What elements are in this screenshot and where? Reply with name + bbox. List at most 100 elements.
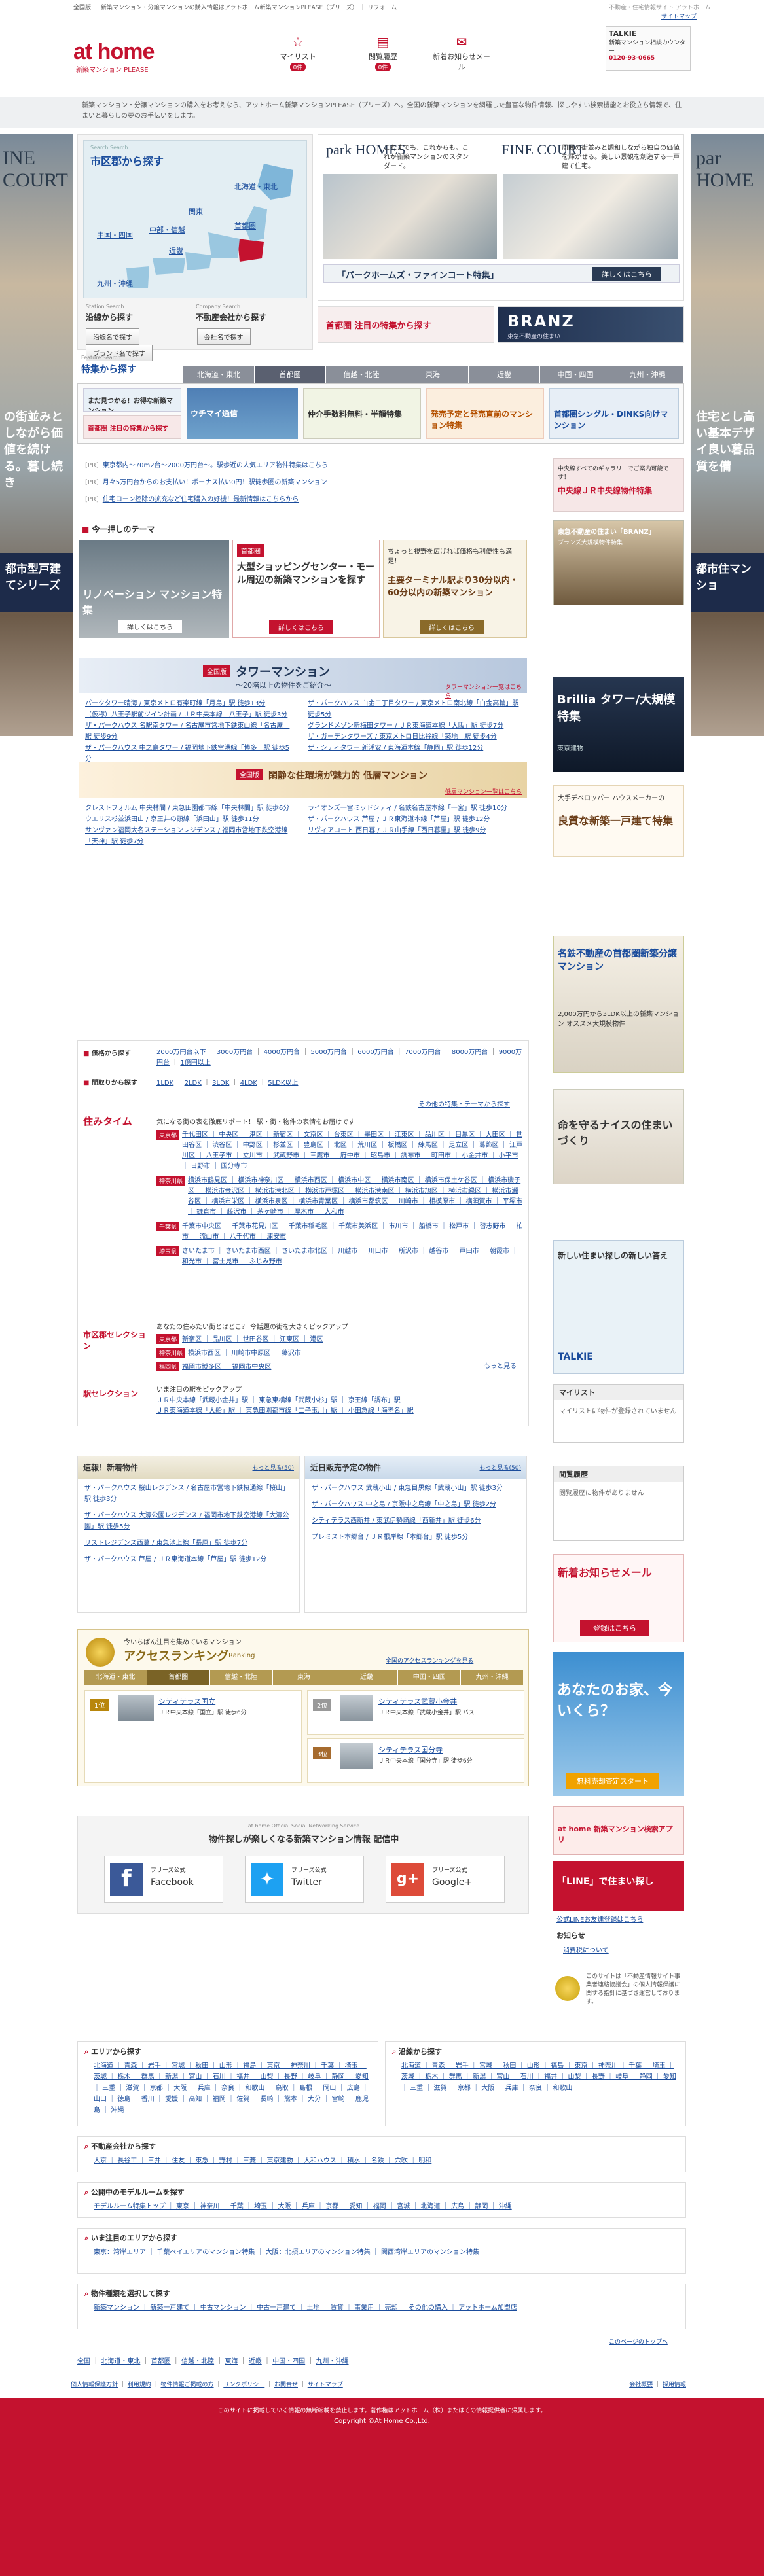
ranking-tab[interactable]: 近畿 [335,1670,399,1685]
eki-link-row[interactable]: ＪＲ中央本線「武蔵小金井」駅 ｜ 東急東横線「武蔵小杉」駅 ｜ 京王線「調布」駅 [156,1396,523,1406]
news-item[interactable]: [PR] 月々5万円台からのお支払い！ボーナス払い0円！駅徒歩圏の新築マンション [85,476,327,486]
tower-item[interactable]: ザ・パークハウス 名駅南タワー / 名古屋市営地下鉄東山線「名古屋」駅 徒歩9分 [85,720,295,743]
tower-banner[interactable]: 全国版 タワーマンション 〜20階以上の物件をご紹介〜 タワーマンション一覧はこ… [79,658,527,699]
facebook-button[interactable]: f ブリーズ公式 Facebook [104,1856,223,1903]
region-footer-link[interactable]: 首都圏 [151,2358,171,2365]
header-top-links[interactable]: 全国版 ｜ 新築マンション・分譲マンションの購入情報はアットホーム新築マンション… [73,3,397,11]
feature-banner-4[interactable]: 仲介手数料無料・半額特集 [303,388,421,439]
footer-area-links[interactable]: 北海道 ｜ 青森 ｜ 岩手 ｜ 宮城 ｜ 秋田 ｜ 山形 ｜ 福島 ｜ 東京 ｜… [78,2060,378,2120]
ranking-tab[interactable]: 北海道・東北 [84,1670,147,1685]
page-top-link[interactable]: このページのトップへ [609,2337,668,2346]
tower-item[interactable]: グランドメゾン新梅田タワー / ＪＲ東海道本線「大阪」駅 徒歩7分 [308,720,524,732]
upcoming-item[interactable]: シティテラス西新井 / 東武伊勢崎線「西新井」駅 徒歩6分 [312,1515,520,1526]
right-ad-branz[interactable]: 東急不動産の住まい「BRANZ」 ブランズ大規模物件特集 [553,520,684,605]
region-footer-link[interactable]: 九州・沖縄 [316,2358,349,2365]
region-tab-shinetsu[interactable]: 信越・北陸 [326,366,397,383]
region-tab-hokkaido[interactable]: 北海道・東北 [183,366,255,383]
tower-item[interactable]: ザ・パークハウス 白金二丁目タワー / 東京メトロ南北線「白金高輪」駅 徒歩5分 [308,698,524,720]
price-link[interactable]: 8000万円台 [452,1049,488,1056]
right-side-banner[interactable]: par HOME 住宅とし高い基本デザイ良い暮品質を備 都市住マンショ [691,134,764,736]
feature-banner-6[interactable]: 首都圏シングル・DINKS向けマンション [549,388,679,439]
history-button[interactable]: ▤ 閲覧履歴 0件 [360,34,406,71]
ranking-third[interactable]: 3位 シティテラス国分寺 ＪＲ中央本線「国分寺」駅 徒歩6分 [307,1738,524,1783]
feature-banner-2[interactable]: 首都圏 注目の特集から探す [83,415,181,439]
feature-banner-5[interactable]: 発売予定と発売直前のマンション特集 [426,388,544,439]
price-link[interactable]: 2000万円台以下 [156,1049,206,1056]
sumi-time-links[interactable]: 千葉市中央区 ｜ 千葉市花見川区 ｜ 千葉市稲毛区 ｜ 千葉市美浜区 ｜ 市川市… [182,1222,523,1243]
sumi-time-links[interactable]: 横浜市鶴見区 ｜ 横浜市神奈川区 ｜ 横浜市西区 ｜ 横浜市中区 ｜ 横浜市南区… [188,1176,523,1218]
right-ad-meitetsu[interactable]: 名鉄不動産の首都圏新築分譲マンション 2,000万円から3LDK以上の新築マンシ… [553,936,684,1073]
bottom-link[interactable]: サイトマップ [308,2382,343,2388]
bottom-link[interactable]: 個人情報保護方針 [71,2382,118,2388]
region-kinki[interactable]: 近畿 [169,245,183,256]
shikugun-links[interactable]: 福岡市博多区 ｜ 福岡市中央区 [182,1364,271,1371]
region-tab-tokai[interactable]: 東海 [397,366,469,383]
park-fine-detail-button[interactable]: 詳しくはこちら [592,267,661,281]
region-hokkaido-tohoku[interactable]: 北海道・東北 [234,181,278,192]
ranking-tab[interactable]: 東海 [272,1670,336,1685]
line-friend-link[interactable]: 公式LINEお友達登録はこちら [556,1914,643,1924]
google-button[interactable]: g+ ブリーズ公式 Google+ [386,1856,505,1903]
ranking-tab[interactable]: 中国・四国 [398,1670,462,1685]
lowrise-item[interactable]: ウエリス杉並浜田山 / 京王井の頭線「浜田山」駅 徒歩11分 [85,814,295,825]
tower-item[interactable]: （仮称）八王子駅前ツイン計画 / ＪＲ中央本線「八王子」駅 徒歩3分 [85,709,295,720]
sumi-time-links[interactable]: 千代田区 ｜ 中央区 ｜ 港区 ｜ 新宿区 ｜ 文京区 ｜ 台東区 ｜ 墨田区 … [182,1130,523,1172]
theme-shopping[interactable]: 首都圏 大型ショッピングセンター・モール周辺の新築マンションを探す 詳しくはこち… [232,540,380,638]
upcoming-item[interactable]: プレミスト本郷台 / ＪＲ根岸線「本郷台」駅 徒歩5分 [312,1532,520,1543]
branz-banner[interactable]: BRANZ 東急不動産の住まい [498,306,684,343]
right-ad-talkie[interactable]: 新しい住まい探しの新しい答え TALKIE [553,1240,684,1374]
region-kyushu[interactable]: 九州・沖縄 [97,278,133,289]
right-ad-chuo[interactable]: 中央線すべてのギャラリーでご案内可能です！ 中央線ＪＲ中央線物件特集 [553,458,684,512]
region-footer-link[interactable]: 中国・四国 [272,2358,305,2365]
right-ad-mail[interactable]: 新着お知らせメール 登録はこちら [553,1554,684,1642]
ranking-first[interactable]: 1位 シティテラス国立 ＪＲ中央本線「国立」駅 徒歩6分 [84,1690,302,1783]
bottom-link[interactable]: 利用規約 [128,2382,151,2388]
park-fine-banner[interactable]: 「パークホームズ・ファインコート特集」 詳しくはこちら [323,264,680,283]
region-footer-link[interactable]: 東海 [225,2358,238,2365]
tower-item[interactable]: ザ・パークハウス 中之島タワー / 福岡地下鉄空港線「博多」駅 徒歩5分 [85,743,295,765]
upcoming-more[interactable]: もっと見る(50) [480,1463,521,1472]
theme-renovation[interactable]: リノベーション マンション特集 詳しくはこちら [79,540,229,638]
layout-link[interactable]: 4LDK [240,1080,257,1087]
promo-park-fine[interactable]: park HOMES これまでも、これからも。これが新築マンションのスタンダード… [318,134,684,301]
new-arrival-item[interactable]: ザ・パークハウス 大濠公園レジデンス / 福岡市地下鉄空港線「大濠公園」駅 徒歩… [84,1510,293,1532]
right-ad-kodate[interactable]: 大手デベロッパー ハウスメーカーの 良質な新築一戸建て特集 [553,785,684,857]
price-link[interactable]: 4000万円台 [264,1049,300,1056]
layout-link[interactable]: 3LDK [212,1080,229,1087]
region-footer-link[interactable]: 近畿 [249,2358,262,2365]
tower-more-link[interactable]: タワーマンション一覧はこちら [445,682,527,699]
news-item[interactable]: [PR] 東京都内〜70m2台〜2000万円台〜。駅歩近の人気エリア物件特集はこち… [85,459,328,469]
footer-company-links[interactable]: 大京 ｜ 長谷工 ｜ 三井 ｜ 住友 ｜ 東急 ｜ 野村 ｜ 三菱 ｜ 東京建物… [78,2155,685,2170]
bottom-link[interactable]: お問合せ [274,2382,298,2388]
station-search-button[interactable]: 沿線名で探す [86,328,139,345]
sitemap-link[interactable]: サイトマップ [661,12,697,20]
upcoming-item[interactable]: ザ・パークハウス 中之島 / 京阪中之島線「中之島」駅 徒歩2分 [312,1499,520,1510]
footer-station-links[interactable]: 北海道 ｜ 青森 ｜ 岩手 ｜ 宮城 ｜ 秋田 ｜ 山形 ｜ 福島 ｜ 東京 ｜… [386,2060,685,2098]
lowrise-item[interactable]: ライオンズ一宮ミッドシティ / 名鉄名古屋本線「一宮」駅 徒歩10分 [308,803,524,814]
region-kanto[interactable]: 関東 [189,206,203,217]
lowrise-more-link[interactable]: 低層マンション一覧はこちら [445,787,522,796]
new-arrivals-more[interactable]: もっと見る(50) [253,1463,294,1472]
shikugun-links[interactable]: 横浜市西区 ｜ 川崎市中原区 ｜ 藤沢市 [188,1350,301,1357]
shikugun-links[interactable]: 新宿区 ｜ 品川区 ｜ 世田谷区 ｜ 江東区 ｜ 港区 [182,1336,323,1343]
price-link[interactable]: 5000万円台 [310,1049,346,1056]
region-shutoken[interactable]: 首都圏 [234,221,256,231]
region-footer-link[interactable]: 信越・北陸 [181,2358,214,2365]
ranking-tab[interactable]: 信越・北陸 [209,1670,273,1685]
new-arrival-item[interactable]: ザ・パークハウス 桜山レジデンス / 名古屋市営地下鉄桜通線「桜山」駅 徒歩3分 [84,1483,293,1505]
lowrise-item[interactable]: ザ・パークハウス 芦屋 / ＪＲ東海道本線「芦屋」駅 徒歩12分 [308,814,524,825]
shikugun-more-link[interactable]: もっと見る [484,1360,517,1370]
layout-link[interactable]: 1LDK [156,1080,173,1087]
price-link[interactable]: 7000万円台 [405,1049,441,1056]
notice-link[interactable]: 消費税について [563,1945,609,1954]
right-ad-line[interactable]: 「LINE」で住まい探し [553,1861,684,1911]
region-footer-link[interactable]: 全国 [77,2358,90,2365]
company-search-button[interactable]: 会社名で探す [196,328,251,345]
tower-item[interactable]: ザ・ガーデンタワーズ / 東京メトロ日比谷線「築地」駅 徒歩4分 [308,732,524,743]
mylist-button[interactable]: ☆ マイリスト 0件 [275,34,321,71]
eki-link-row[interactable]: ＪＲ東海道本線「大船」駅 ｜ 東急田園都市線「二子玉川」駅 ｜ 小田急線「海老名… [156,1406,523,1417]
new-arrival-item[interactable]: リストレジデンス西葛 / 東急池上線「長原」駅 徒歩7分 [84,1538,293,1549]
theme-shopping-button[interactable]: 詳しくはこちら [269,620,333,634]
ranking-tab[interactable]: 九州・沖縄 [461,1670,524,1685]
theme-renovation-button[interactable]: 詳しくはこちら [118,620,182,633]
